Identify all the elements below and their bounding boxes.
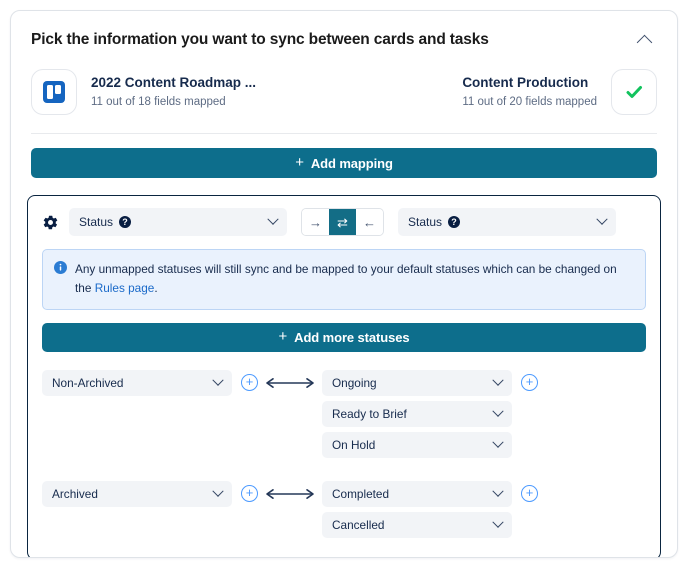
plus-icon: + [526, 375, 534, 388]
right-status-select[interactable]: Cancelled [322, 512, 512, 538]
chevron-down-icon [212, 374, 223, 385]
help-icon[interactable]: ? [448, 216, 460, 228]
chevron-down-icon [492, 374, 503, 385]
row-right-options: Ongoing Ready to Brief On Hold [322, 370, 512, 463]
sync-settings-card: Pick the information you want to sync be… [10, 10, 678, 558]
connection-summary: 2022 Content Roadmap ... 11 out of 18 fi… [11, 65, 677, 133]
target-text-block: Content Production 11 out of 20 fields m… [462, 74, 597, 110]
add-mapping-label: Add mapping [311, 156, 393, 171]
double-arrow-icon [265, 488, 315, 500]
double-arrow-icon [265, 377, 315, 389]
right-status-label: Completed [332, 487, 389, 501]
status-mapping-panel: Status ? → ⇄ ← Status ? [27, 195, 661, 558]
target-field-label: Status [408, 215, 442, 229]
chevron-down-icon [492, 485, 503, 496]
source-board-info: 2022 Content Roadmap ... 11 out of 18 fi… [91, 74, 256, 110]
gear-icon[interactable] [42, 214, 59, 231]
left-status-label: Non-Archived [52, 376, 123, 390]
row-right-options: Completed Cancelled [322, 481, 512, 543]
help-icon[interactable]: ? [119, 216, 131, 228]
add-left-status-button[interactable]: + [241, 485, 258, 502]
chevron-down-icon [212, 485, 223, 496]
chevron-down-icon [596, 214, 607, 225]
target-project-name: Content Production [462, 74, 597, 92]
chevron-up-icon [636, 34, 652, 50]
direction-both-button[interactable]: ⇄ [329, 209, 356, 235]
right-status-label: Ongoing [332, 376, 377, 390]
info-text-after: . [154, 281, 157, 295]
row-direction-indicator [258, 377, 322, 389]
direction-right-button[interactable]: → [302, 209, 329, 235]
target-field-select[interactable]: Status ? [398, 208, 616, 236]
target-project-info: Content Production 11 out of 20 fields m… [462, 69, 657, 115]
card-header: Pick the information you want to sync be… [11, 11, 677, 65]
info-icon [54, 261, 67, 274]
right-status-label: Ready to Brief [332, 407, 407, 421]
source-fields-mapped: 11 out of 18 fields mapped [91, 95, 256, 110]
source-board-name: 2022 Content Roadmap ... [91, 74, 256, 92]
header-divider [31, 133, 657, 134]
plus-icon: + [526, 486, 534, 499]
right-status-select[interactable]: On Hold [322, 432, 512, 458]
status-mapping-row: Archived + Completed [42, 481, 646, 543]
left-status-label: Archived [52, 487, 98, 501]
check-icon [624, 82, 644, 102]
trello-icon [43, 81, 65, 103]
left-status-select[interactable]: Non-Archived [42, 370, 232, 396]
info-banner-text: Any unmapped statuses will still sync an… [75, 260, 633, 299]
mapping-configuration-page: Pick the information you want to sync be… [0, 0, 688, 563]
chevron-down-icon [492, 405, 503, 416]
source-field-label: Status [79, 215, 113, 229]
chevron-down-icon [492, 516, 503, 527]
field-mapping-header: Status ? → ⇄ ← Status ? [42, 208, 646, 236]
row-left-options: Archived [42, 481, 232, 512]
chevron-down-icon [267, 214, 278, 225]
row-direction-indicator [258, 488, 322, 500]
source-app-badge [31, 69, 77, 115]
right-status-select[interactable]: Ongoing [322, 370, 512, 396]
chevron-down-icon [492, 436, 503, 447]
add-mapping-button[interactable]: + Add mapping [31, 148, 657, 178]
add-right-status-button[interactable]: + [521, 374, 538, 391]
unmapped-statuses-info-banner: Any unmapped statuses will still sync an… [42, 249, 646, 310]
plus-icon: + [246, 375, 254, 388]
page-title: Pick the information you want to sync be… [31, 31, 489, 50]
add-left-status-button[interactable]: + [241, 374, 258, 391]
plus-icon: + [278, 329, 287, 344]
add-more-statuses-button[interactable]: + Add more statuses [42, 323, 646, 352]
sync-direction-toggle-group[interactable]: → ⇄ ← [301, 208, 384, 236]
right-status-select[interactable]: Ready to Brief [322, 401, 512, 427]
sync-status-badge [611, 69, 657, 115]
status-mapping-row: Non-Archived + Ongoing [42, 370, 646, 463]
target-fields-mapped: 11 out of 20 fields mapped [462, 95, 597, 110]
left-status-select[interactable]: Archived [42, 481, 232, 507]
direction-left-button[interactable]: ← [356, 209, 383, 235]
right-status-label: On Hold [332, 438, 375, 452]
add-more-statuses-label: Add more statuses [294, 330, 409, 345]
collapse-section-button[interactable] [631, 27, 657, 53]
plus-icon: + [246, 486, 254, 499]
right-status-label: Cancelled [332, 518, 384, 532]
row-left-options: Non-Archived [42, 370, 232, 401]
plus-icon: + [295, 155, 304, 170]
add-right-status-button[interactable]: + [521, 485, 538, 502]
source-field-select[interactable]: Status ? [69, 208, 287, 236]
rules-page-link[interactable]: Rules page [95, 281, 155, 295]
right-status-select[interactable]: Completed [322, 481, 512, 507]
